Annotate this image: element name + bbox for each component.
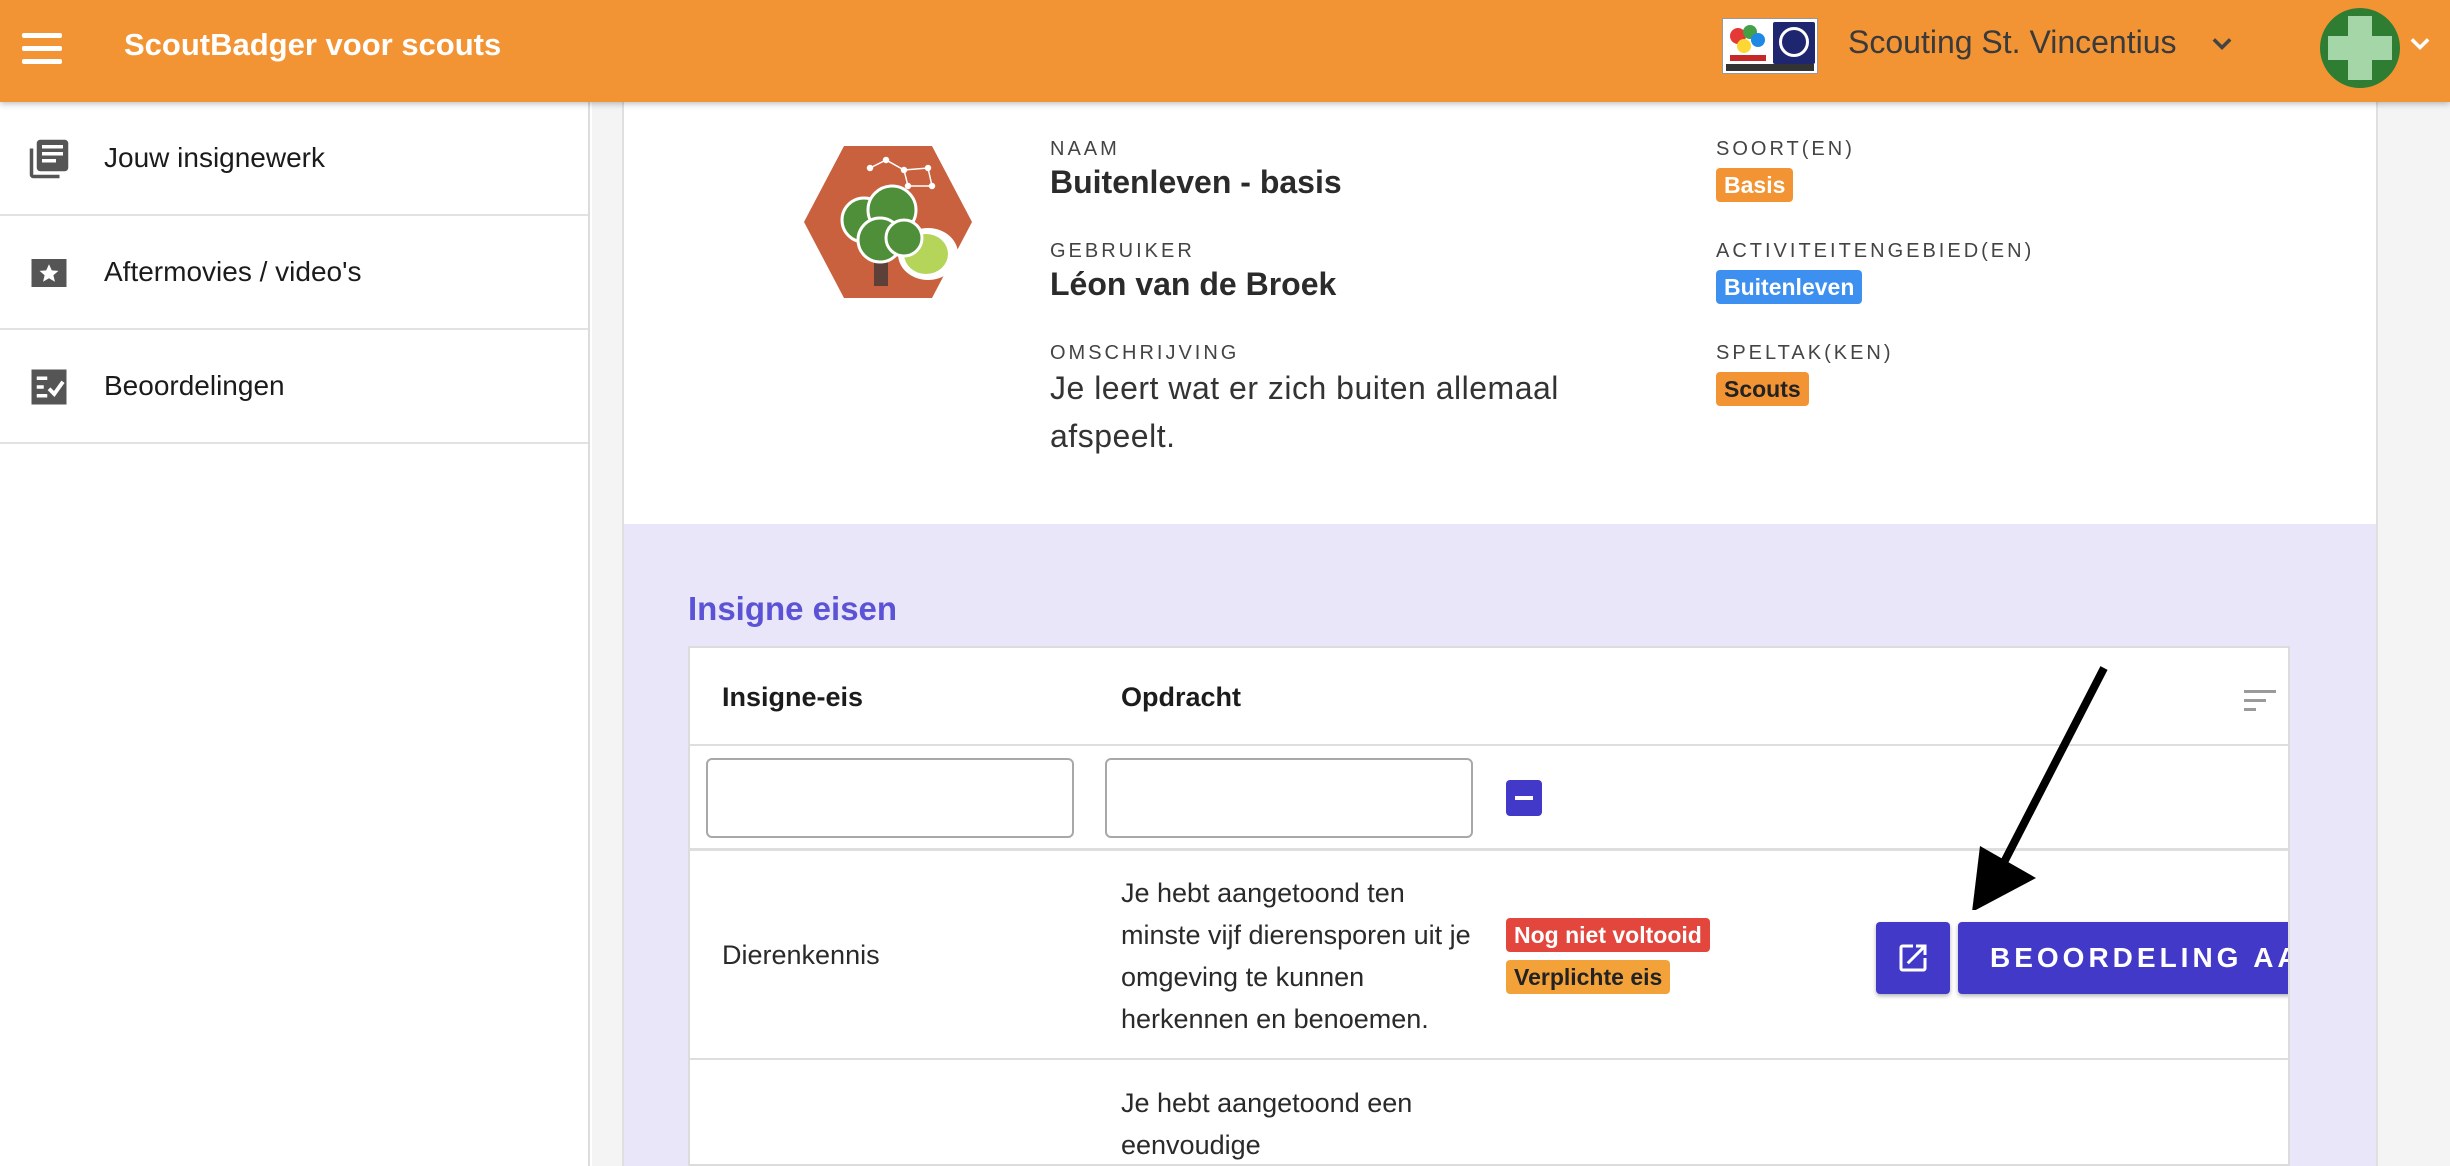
organization-logo — [1722, 18, 1818, 74]
requirements-title: Insigne eisen — [688, 590, 898, 627]
collapse-filters-button[interactable] — [1506, 780, 1542, 816]
library-books-icon — [29, 139, 69, 179]
badge-name: Buitenleven - basis — [1050, 164, 1342, 200]
open-in-new-button[interactable] — [1876, 922, 1950, 994]
badge-detail-card: NAAM Buitenleven - basis GEBRUIKER Léon … — [622, 102, 2378, 1166]
speltak-chip: Scouts — [1716, 372, 1809, 406]
status-badge: Nog niet voltooid — [1506, 918, 1710, 952]
filter-opdracht-input[interactable] — [1105, 758, 1473, 838]
top-app-bar: ScoutBadger voor scouts Scouting St. Vin… — [0, 0, 2450, 102]
gebruiker-label: GEBRUIKER — [1050, 240, 1195, 262]
checklist-icon — [31, 369, 67, 405]
column-header-opdracht[interactable]: Opdracht — [1121, 682, 1241, 713]
sidebar-item-label: Jouw insignewerk — [104, 142, 325, 173]
user-avatar[interactable] — [2320, 8, 2400, 88]
chevron-down-icon[interactable] — [2208, 30, 2236, 58]
badge-description: Je leert wat er zich buiten allemaal afs… — [1050, 370, 1559, 454]
sort-icon[interactable] — [2244, 686, 2278, 716]
badge-image — [804, 146, 972, 298]
requirement-type-badge: Verplichte eis — [1506, 960, 1671, 994]
soort-label: SOORT(EN) — [1716, 138, 1855, 160]
sidebar-item-aftermovies[interactable]: Aftermovies / video's — [0, 216, 588, 330]
gebied-chip: Buitenleven — [1716, 270, 1863, 304]
column-header-insigne-eis[interactable]: Insigne-eis — [722, 682, 863, 713]
sidebar-item-label: Aftermovies / video's — [104, 256, 362, 287]
user-name: Léon van de Broek — [1050, 266, 1337, 302]
sidebar-item-beoordelingen[interactable]: Beoordelingen — [0, 330, 588, 444]
requirement-assignment: Je hebt aangetoond ten minste vijf diere… — [1121, 878, 1471, 1034]
naam-label: NAAM — [1050, 138, 1120, 160]
requirement-name: Dierenkennis — [722, 940, 880, 970]
annotation-arrow-icon — [1972, 666, 2108, 910]
star-video-icon — [31, 259, 67, 287]
filter-insigne-eis-input[interactable] — [706, 758, 1074, 838]
sidebar-item-insignewerk[interactable]: Jouw insignewerk — [0, 102, 588, 216]
open-in-new-icon — [1899, 944, 1927, 972]
request-review-button[interactable]: BEOORDELING AA — [1958, 922, 2288, 994]
sidebar-item-label: Beoordelingen — [104, 370, 285, 401]
omschrijving-label: OMSCHRIJVING — [1050, 342, 1240, 364]
requirement-assignment: Je hebt aangetoond een eenvoudige — [1121, 1088, 1413, 1160]
main-content: NAAM Buitenleven - basis GEBRUIKER Léon … — [592, 102, 2450, 1166]
speltak-label: SPELTAK(KEN) — [1716, 342, 1894, 364]
soort-chip: Basis — [1716, 168, 1794, 202]
hamburger-menu-icon[interactable] — [22, 28, 62, 74]
gebied-label: ACTIVITEITENGEBIED(EN) — [1716, 240, 2035, 262]
organization-switcher[interactable]: Scouting St. Vincentius — [1848, 24, 2177, 61]
sidebar: Jouw insignewerk Aftermovies / video's B… — [0, 102, 590, 1166]
chevron-down-icon[interactable] — [2406, 30, 2434, 58]
app-title: ScoutBadger voor scouts — [124, 27, 502, 62]
